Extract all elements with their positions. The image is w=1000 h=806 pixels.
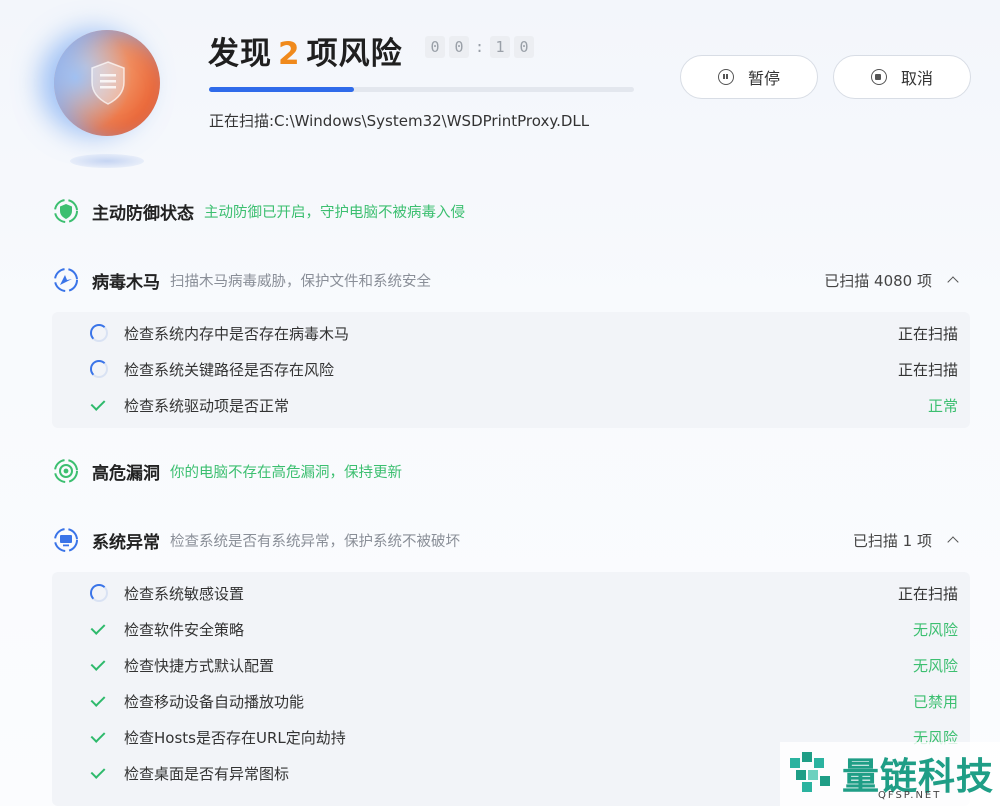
target-icon — [54, 459, 78, 483]
watermark: 量链科技 QFSP.NET — [780, 742, 1000, 806]
scan-shield-emblem — [52, 26, 162, 168]
section-description: 检查系统是否有系统异常，保护系统不被破坏 — [170, 533, 460, 550]
check-status: 正常 — [927, 396, 958, 415]
list-item: 检查系统敏感设置 正在扫描 — [52, 575, 970, 611]
current-scan-path: 正在扫描:C:\Windows\System32\WSDPrintProxy.D… — [209, 112, 590, 130]
checkmark-icon — [90, 620, 108, 638]
risk-count: 2 — [278, 36, 301, 72]
virus-scan-icon — [54, 268, 78, 292]
check-label: 检查系统内存中是否存在病毒木马 — [124, 324, 350, 343]
timer-separator: : — [475, 38, 485, 56]
section-summary: 已扫描 4080 项 — [824, 270, 972, 291]
cancel-button-label: 取消 — [900, 69, 933, 88]
check-label: 检查软件安全策略 — [124, 620, 245, 639]
brand-logo-icon — [790, 752, 830, 792]
section-active-defense: 主动防御状态 主动防御已开启，守护电脑不被病毒入侵 — [52, 196, 972, 226]
pause-icon — [717, 69, 734, 85]
check-label: 检查移动设备自动播放功能 — [124, 692, 305, 711]
check-label: 检查Hosts是否存在URL定向劫持 — [124, 728, 346, 747]
scan-timer: 0 0 : 1 0 — [425, 36, 538, 58]
list-item: 检查移动设备自动播放功能 已禁用 — [52, 683, 970, 719]
chevron-up-icon[interactable] — [948, 275, 958, 285]
check-status: 正在扫描 — [897, 584, 958, 603]
section-description: 主动防御已开启，守护电脑不被病毒入侵 — [204, 204, 465, 221]
check-label: 检查系统关键路径是否存在风险 — [124, 360, 335, 379]
stop-icon — [870, 69, 887, 85]
check-status: 正在扫描 — [897, 324, 958, 343]
shield-check-icon — [54, 199, 78, 223]
timer-digit: 1 — [490, 36, 511, 58]
check-label: 检查系统敏感设置 — [124, 584, 245, 603]
checkmark-icon — [90, 396, 108, 414]
section-summary: 已扫描 1 项 — [853, 530, 972, 551]
cancel-button[interactable]: 取消 — [833, 55, 971, 99]
list-item: 检查系统驱动项是否正常 正常 — [52, 387, 970, 423]
check-label: 检查桌面是否有异常图标 — [124, 764, 290, 783]
section-description: 扫描木马病毒威胁，保护文件和系统安全 — [170, 273, 431, 290]
check-label: 检查快捷方式默认配置 — [124, 656, 275, 675]
section-system-anomalies[interactable]: 系统异常 检查系统是否有系统异常，保护系统不被破坏 已扫描 1 项 — [52, 525, 972, 555]
monitor-scan-icon — [54, 528, 78, 552]
checkmark-icon — [90, 656, 108, 674]
timer-digit: 0 — [514, 36, 535, 58]
check-status: 正在扫描 — [897, 360, 958, 379]
section-title: 主动防御状态 — [92, 203, 194, 224]
section-title: 高危漏洞 — [92, 463, 160, 484]
scanned-count: 已扫描 1 项 — [852, 531, 932, 550]
loading-spinner-icon — [90, 324, 108, 342]
pause-button-label: 暂停 — [747, 69, 780, 88]
shield-icon — [91, 61, 125, 105]
check-status: 已禁用 — [912, 692, 958, 711]
scanned-count: 已扫描 4080 项 — [824, 271, 932, 290]
timer-digit: 0 — [449, 36, 469, 58]
section-high-risk-vulnerabilities: 高危漏洞 你的电脑不存在高危漏洞，保持更新 — [52, 456, 972, 486]
check-label: 检查系统驱动项是否正常 — [124, 396, 290, 415]
virus-check-list: 检查系统内存中是否存在病毒木马 正在扫描 检查系统关键路径是否存在风险 正在扫描… — [52, 312, 970, 428]
section-virus-trojan[interactable]: 病毒木马 扫描木马病毒威胁，保护文件和系统安全 已扫描 4080 项 — [52, 265, 972, 295]
loading-spinner-icon — [90, 360, 108, 378]
scan-progress-bar — [209, 87, 634, 92]
section-description: 你的电脑不存在高危漏洞，保持更新 — [170, 464, 402, 481]
section-title: 系统异常 — [92, 532, 160, 553]
list-item: 检查快捷方式默认配置 无风险 — [52, 647, 970, 683]
section-title: 病毒木马 — [92, 272, 160, 293]
checkmark-icon — [90, 728, 108, 746]
chevron-up-icon[interactable] — [948, 535, 958, 545]
checkmark-icon — [90, 692, 108, 710]
watermark-site: QFSP.NET — [878, 790, 942, 801]
pause-button[interactable]: 暂停 — [680, 55, 818, 99]
checkmark-icon — [90, 764, 108, 782]
scan-progress-fill — [209, 87, 354, 92]
list-item: 检查系统内存中是否存在病毒木马 正在扫描 — [52, 315, 970, 351]
scan-orb — [54, 30, 160, 136]
emblem-shadow — [70, 154, 144, 168]
page-title: 发现 2 项风险 — [208, 28, 403, 73]
loading-spinner-icon — [90, 584, 108, 602]
list-item: 检查系统关键路径是否存在风险 正在扫描 — [52, 351, 970, 387]
list-item: 检查软件安全策略 无风险 — [52, 611, 970, 647]
check-status: 无风险 — [912, 620, 958, 639]
security-scan-window: 发现 2 项风险 0 0 : 1 0 正在扫描:C:\Windows\System3… — [0, 0, 1000, 806]
headline-suffix: 项风险 — [306, 36, 403, 72]
check-status: 无风险 — [912, 656, 958, 675]
headline-prefix: 发现 — [208, 36, 272, 72]
timer-digit: 0 — [425, 36, 445, 58]
